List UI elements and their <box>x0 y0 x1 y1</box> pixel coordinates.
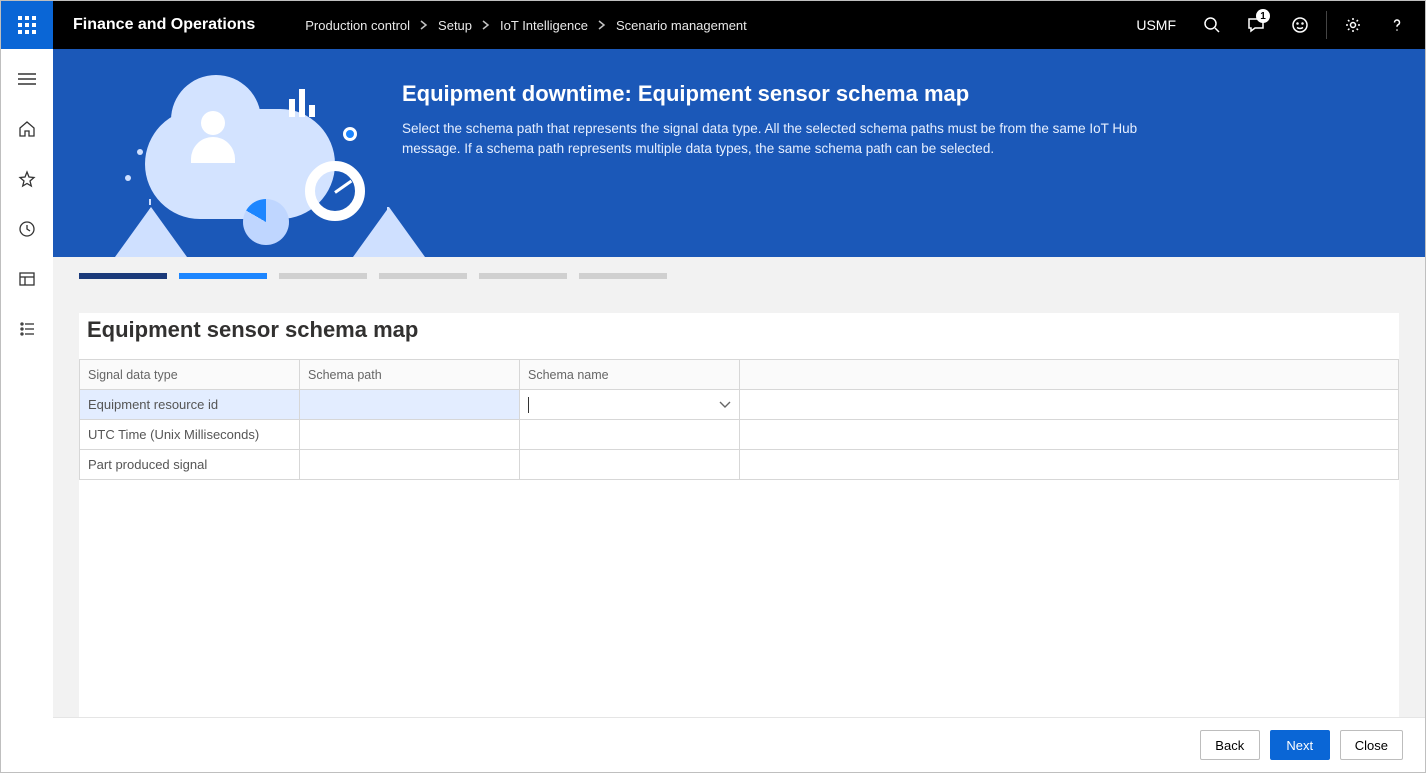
chevron-down-icon <box>719 401 731 409</box>
separator <box>1326 11 1327 39</box>
back-button[interactable]: Back <box>1200 730 1260 760</box>
breadcrumb-item[interactable]: Setup <box>438 18 472 33</box>
cell-filler <box>740 450 1399 480</box>
text-cursor <box>528 397 529 413</box>
cell-schema-name[interactable] <box>520 450 740 480</box>
wizard-steps <box>53 257 1425 279</box>
main: Equipment downtime: Equipment sensor sch… <box>53 49 1425 772</box>
waffle-icon <box>18 16 36 34</box>
cell-signal-type[interactable]: Equipment resource id <box>80 390 300 420</box>
cell-filler <box>740 420 1399 450</box>
chevron-right-icon <box>482 20 490 30</box>
column-header[interactable]: Schema name <box>520 360 740 390</box>
cell-schema-path[interactable] <box>300 390 520 420</box>
help-icon[interactable] <box>1375 1 1419 49</box>
cell-schema-name-dropdown[interactable] <box>520 390 740 420</box>
column-filler <box>740 360 1399 390</box>
cell-schema-name[interactable] <box>520 420 740 450</box>
breadcrumb-item[interactable]: IoT Intelligence <box>500 18 588 33</box>
table-row[interactable]: Equipment resource id <box>80 390 1399 420</box>
section-title: Equipment sensor schema map <box>79 313 1399 359</box>
column-header[interactable]: Signal data type <box>80 360 300 390</box>
notification-badge: 1 <box>1256 9 1270 23</box>
topbar: Finance and Operations Production contro… <box>1 1 1425 49</box>
app-title: Finance and Operations <box>53 1 277 49</box>
home-icon[interactable] <box>9 111 45 147</box>
content-card: Equipment sensor schema map Signal data … <box>79 313 1399 717</box>
schema-table: Signal data type Schema path Schema name… <box>79 359 1399 480</box>
legal-entity[interactable]: USMF <box>1122 1 1190 49</box>
page-title: Equipment downtime: Equipment sensor sch… <box>402 81 1180 107</box>
favorites-icon[interactable] <box>9 161 45 197</box>
breadcrumb: Production control Setup IoT Intelligenc… <box>277 1 1122 49</box>
cell-schema-path[interactable] <box>300 420 520 450</box>
wizard-step[interactable] <box>279 273 367 279</box>
cell-schema-path[interactable] <box>300 450 520 480</box>
messages-icon[interactable]: 1 <box>1234 1 1278 49</box>
modules-icon[interactable] <box>9 311 45 347</box>
wizard-footer: Back Next Close <box>53 717 1425 772</box>
breadcrumb-item[interactable]: Scenario management <box>616 18 747 33</box>
breadcrumb-item[interactable]: Production control <box>305 18 410 33</box>
nav-expand-icon[interactable] <box>9 61 45 97</box>
wizard-step[interactable] <box>479 273 567 279</box>
gear-icon[interactable] <box>1331 1 1375 49</box>
app-launcher[interactable] <box>1 1 53 49</box>
topbar-right: USMF 1 <box>1122 1 1425 49</box>
search-icon[interactable] <box>1190 1 1234 49</box>
page-description: Select the schema path that represents t… <box>402 119 1180 158</box>
feedback-icon[interactable] <box>1278 1 1322 49</box>
hero-illustration <box>53 49 398 257</box>
table-row[interactable]: Part produced signal <box>80 450 1399 480</box>
cell-signal-type[interactable]: Part produced signal <box>80 450 300 480</box>
wizard-step[interactable] <box>179 273 267 279</box>
wizard-step[interactable] <box>379 273 467 279</box>
wizard-step[interactable] <box>79 273 167 279</box>
cell-filler <box>740 390 1399 420</box>
recent-icon[interactable] <box>9 211 45 247</box>
workspaces-icon[interactable] <box>9 261 45 297</box>
hero-banner: Equipment downtime: Equipment sensor sch… <box>53 49 1425 257</box>
close-button[interactable]: Close <box>1340 730 1403 760</box>
column-header[interactable]: Schema path <box>300 360 520 390</box>
sidebar <box>1 49 53 772</box>
table-row[interactable]: UTC Time (Unix Milliseconds) <box>80 420 1399 450</box>
chevron-right-icon <box>598 20 606 30</box>
cell-signal-type[interactable]: UTC Time (Unix Milliseconds) <box>80 420 300 450</box>
next-button[interactable]: Next <box>1270 730 1330 760</box>
chevron-right-icon <box>420 20 428 30</box>
wizard-step[interactable] <box>579 273 667 279</box>
